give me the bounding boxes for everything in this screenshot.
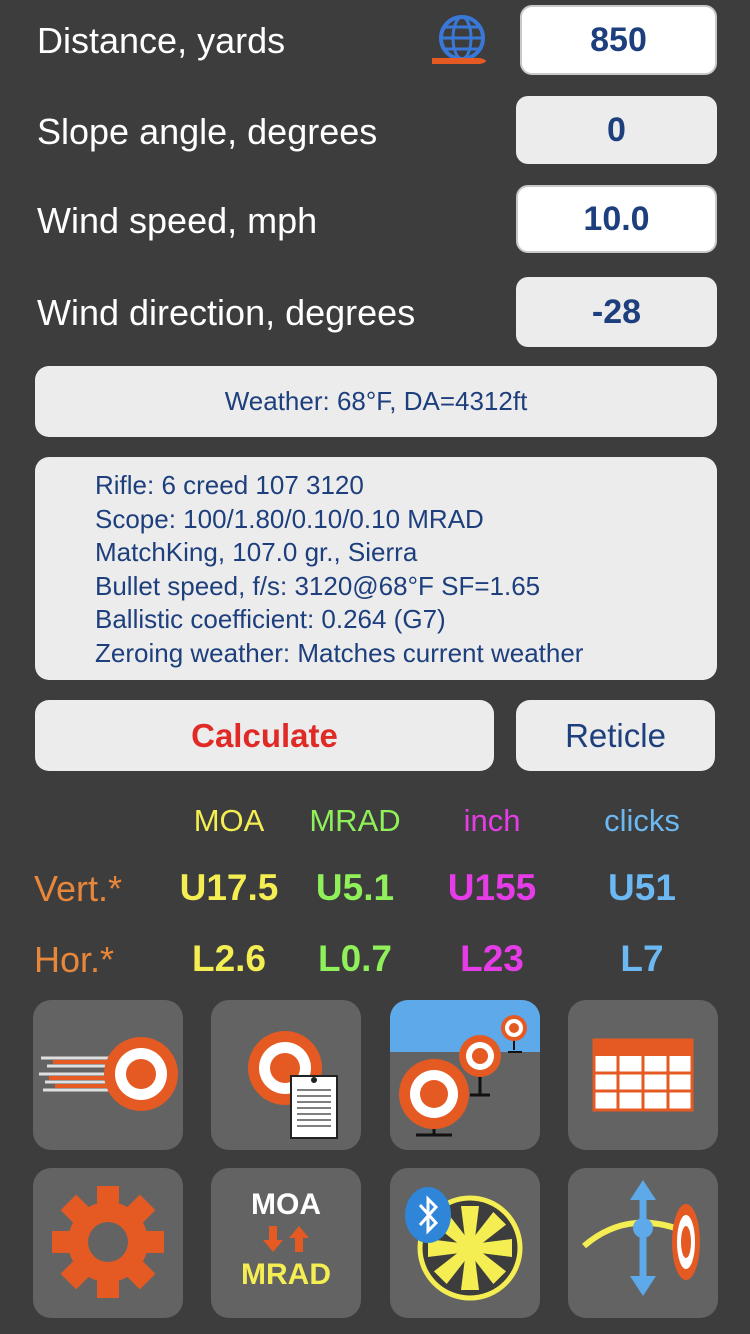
ballistics-target-icon	[39, 1037, 178, 1111]
horizontal-inch-value: L23	[460, 938, 524, 979]
vertical-moa-value: U17.5	[179, 867, 279, 908]
scope-line: Scope: 100/1.80/0.10/0.10 MRAD	[95, 503, 484, 534]
weather-button[interactable]: Weather: 68°F, DA=4312ft	[35, 366, 717, 437]
horizontal-moa-value: L2.6	[191, 938, 267, 979]
settings-tile[interactable]	[33, 1168, 183, 1318]
bullet-line: MatchKing, 107.0 gr., Sierra	[95, 537, 418, 567]
distance-label: Distance, yards	[37, 20, 286, 61]
target-card-tile[interactable]	[211, 1000, 361, 1150]
vertical-inch-value: U155	[447, 867, 537, 908]
wind-speed-label: Wind speed, mph	[37, 200, 318, 241]
horizontal-mrad-value: L0.7	[317, 938, 393, 979]
zeroing-weather-line: Zeroing weather: Matches current weather	[95, 637, 584, 668]
bluetooth-wind-meter-icon	[405, 1187, 523, 1301]
vertical-mrad-value: U5.1	[315, 867, 395, 908]
reticle-button[interactable]: Reticle	[516, 700, 715, 771]
unit-header-clicks: clicks	[604, 803, 680, 838]
target-card-icon	[248, 1031, 338, 1139]
bullet-speed-line: Bullet speed, f/s: 3120@68°F SF=1.65	[95, 570, 541, 601]
horizontal-row-label: Hor.*	[34, 939, 115, 980]
distance-input[interactable]: 850	[520, 5, 717, 75]
rifle-info-panel[interactable]: Rifle: 6 creed 107 3120 Scope: 100/1.80/…	[35, 457, 717, 680]
converter-mrad-text: MRAD	[241, 1258, 331, 1291]
vertical-row-label: Vert.*	[34, 868, 123, 909]
ballistics-tile[interactable]	[33, 1000, 183, 1150]
horizontal-clicks-value: L7	[620, 938, 664, 979]
rifle-line: Rifle: 6 creed 107 3120	[95, 470, 364, 500]
range-targets-tile[interactable]	[390, 1000, 540, 1150]
wind-direction-label: Wind direction, degrees	[37, 292, 416, 333]
slope-label: Slope angle, degrees	[37, 111, 378, 152]
trajectory-icon	[582, 1180, 700, 1296]
gear-icon	[52, 1186, 164, 1298]
unit-header-inch: inch	[463, 803, 521, 838]
calculate-button[interactable]: Calculate	[35, 700, 494, 771]
globe-bullet-icon[interactable]	[428, 12, 496, 70]
unit-converter-tile[interactable]: MOA MRAD	[211, 1168, 361, 1318]
table-tile[interactable]	[568, 1000, 718, 1150]
wind-speed-input[interactable]: 10.0	[516, 185, 717, 253]
unit-header-moa: MOA	[193, 803, 265, 838]
slope-input[interactable]: 0	[516, 96, 717, 164]
vertical-clicks-value: U51	[608, 867, 676, 908]
swap-arrows-icon	[263, 1226, 309, 1252]
ballistic-coefficient-line: Ballistic coefficient: 0.264 (G7)	[95, 604, 446, 634]
table-icon	[592, 1038, 694, 1112]
wind-direction-input[interactable]: -28	[516, 277, 717, 347]
trajectory-tile[interactable]	[568, 1168, 718, 1318]
range-targets-icon	[390, 1000, 540, 1150]
unit-header-mrad: MRAD	[309, 803, 401, 838]
wind-meter-tile[interactable]	[390, 1168, 540, 1318]
